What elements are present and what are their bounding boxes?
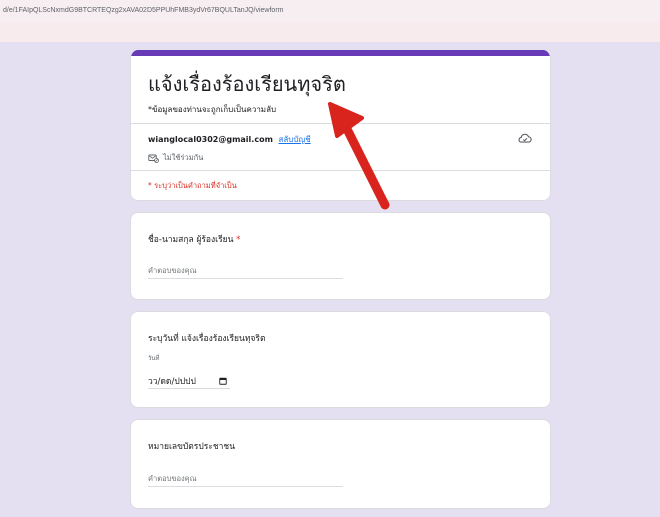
question-card-id-number: หมายเลขบัตรประชาชน คำตอบของคุณ xyxy=(130,419,551,509)
switch-account-link[interactable]: สลับบัญชี xyxy=(278,135,310,144)
required-note: * ระบุว่าเป็นคำถามที่จำเป็น xyxy=(148,181,237,190)
question-title-text: ชื่อ-นามสกุล ผู้ร้องเรียน xyxy=(148,235,234,245)
not-shared-row: ไม่ใช้ร่วมกัน xyxy=(148,152,203,164)
question-title-name: ชื่อ-นามสกุล ผู้ร้องเรียน * xyxy=(148,232,240,246)
account-row: wianglocal0302@gmail.com สลับบัญชี xyxy=(148,133,311,146)
url-bar[interactable]: d/e/1FAIpQLScNxmdG9BTCRTEQzg2xAVA02D5PPU… xyxy=(0,0,660,22)
question-card-date: ระบุวันที่ แจ้งเรื่องร้องเรียนทุจริต วัน… xyxy=(130,311,551,408)
question-title-id-number: หมายเลขบัตรประชาชน xyxy=(148,442,236,452)
page-top-band xyxy=(0,22,660,42)
question-title-date: ระบุวันที่ แจ้งเรื่องร้องเรียนทุจริต xyxy=(148,334,266,344)
id-number-answer-input[interactable]: คำตอบของคุณ xyxy=(148,473,343,487)
form-description: *ข้อมูลของท่านจะถูกเก็บเป็นความลับ xyxy=(148,105,277,114)
name-answer-input[interactable]: คำตอบของคุณ xyxy=(148,265,343,279)
date-placeholder: วว/ดด/ปปปป xyxy=(148,376,196,387)
form-title: แจ้งเรื่องร้องเรียนทุจริต xyxy=(148,72,346,96)
cloud-icon xyxy=(518,133,532,143)
form-accent-stripe xyxy=(131,50,550,56)
not-shared-icon xyxy=(148,154,159,163)
question-card-name: ชื่อ-นามสกุล ผู้ร้องเรียน * คำตอบของคุณ xyxy=(130,212,551,300)
form-header-card: แจ้งเรื่องร้องเรียนทุจริต *ข้อมูลของท่าน… xyxy=(130,50,551,201)
required-star: * xyxy=(236,235,241,245)
account-email: wianglocal0302@gmail.com xyxy=(148,135,273,144)
header-divider xyxy=(131,123,550,124)
not-shared-label: ไม่ใช้ร่วมกัน xyxy=(163,153,204,162)
calendar-icon[interactable] xyxy=(219,377,227,385)
date-field-label: วันที่ xyxy=(148,355,160,362)
date-input[interactable]: วว/ดด/ปปปป xyxy=(148,373,230,389)
account-divider xyxy=(131,170,550,171)
